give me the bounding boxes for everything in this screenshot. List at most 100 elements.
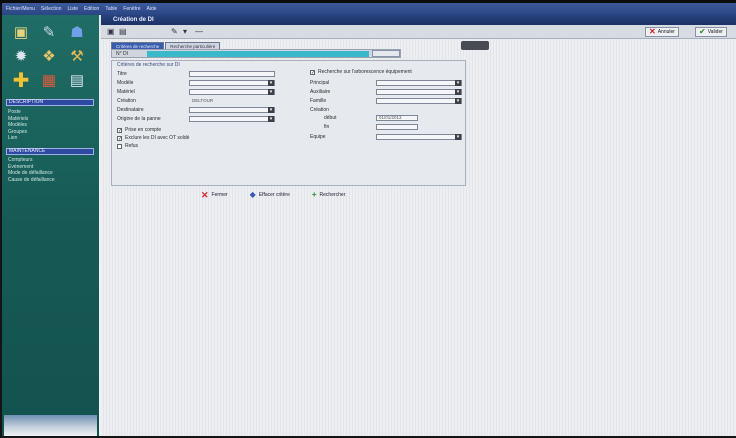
field-row-title: Titre (117, 71, 275, 77)
recipient-select[interactable] (189, 107, 275, 113)
refusal-checkbox[interactable] (117, 143, 122, 149)
screen-reflection (461, 41, 489, 50)
grid-icon[interactable]: ▣ (107, 27, 115, 37)
creation-group-label: Création (310, 107, 329, 113)
main-window: Création de DI ▣ ▤ ✎ ▾ — ✕ Annuler ✔ Val… (101, 15, 736, 436)
menu-item-help[interactable]: Aide (147, 6, 157, 12)
sidebar-item-modeles[interactable]: Modèles (8, 122, 28, 128)
menu-item-file[interactable]: Fichier/Menu (6, 6, 35, 12)
criteria-title: Critères de recherche sur DI (117, 62, 180, 68)
end-date-input[interactable] (376, 124, 418, 130)
di-number-field[interactable] (147, 51, 369, 57)
save-icon[interactable]: ▤ (119, 27, 127, 37)
sidebar-item-groupes[interactable]: Groupes (8, 129, 28, 135)
sidebar-list-maintenance: Compteurs Evènement Mode de défaillance … (8, 157, 55, 183)
sidebar-item-lien[interactable]: Lien (8, 135, 28, 141)
sidebar-section-maintenance[interactable]: MAINTENANCE (6, 148, 94, 155)
cancel-button[interactable]: ✕ Annuler (645, 27, 679, 37)
search-button[interactable]: + Rechercher (312, 191, 346, 199)
dropdown-icon[interactable]: ▾ (183, 27, 187, 37)
field-row-failure-origin: Origine de la panne (117, 116, 275, 122)
close-icon: ✕ (201, 190, 209, 200)
check-row-tree-search: ✓ Recherche sur l'arborescence équipemen… (310, 69, 412, 75)
auxiliary-label: Auxiliaire (310, 89, 331, 95)
sidebar-item-evenement[interactable]: Evènement (8, 164, 55, 170)
failure-origin-select[interactable] (189, 116, 275, 122)
dash-icon[interactable]: — (195, 27, 203, 37)
sidebar-item-cause-defaillance[interactable]: Cause de défaillance (8, 177, 55, 183)
building-icon[interactable]: ▦ (36, 69, 62, 91)
sidebar-item-mode-defaillance[interactable]: Mode de défaillance (8, 170, 55, 176)
menu-item-list[interactable]: Liste (67, 6, 78, 12)
exclude-label: Exclure les DI avec OT soldé (125, 135, 190, 141)
search-label: Rechercher (319, 192, 346, 198)
tab-bar: Critères de recherche Recherche particul… (111, 42, 221, 49)
field-row-recipient: Destinataire (117, 107, 275, 113)
menu-item-edit[interactable]: Edition (84, 6, 99, 12)
field-row-principal: Principal (310, 80, 462, 86)
wrench-icon[interactable]: ✎ (36, 21, 62, 43)
field-row-auxiliary: Auxiliaire (310, 89, 462, 95)
screen: Fichier/Menu Sélection Liste Edition Tab… (2, 3, 736, 436)
model-select[interactable] (189, 80, 275, 86)
family-label: Famille (310, 98, 327, 104)
creation-group-label-row: Création (310, 107, 376, 113)
validate-label: Valider (707, 29, 723, 35)
tab-specific-search[interactable]: Recherche particulière (165, 42, 221, 49)
hammer-icon[interactable]: ⚒ (64, 45, 90, 67)
exclude-checkbox[interactable]: ✓ (117, 135, 122, 141)
plus-icon: + (311, 190, 317, 199)
field-row-family: Famille (310, 98, 462, 104)
sidebar-item-compteurs[interactable]: Compteurs (8, 157, 55, 163)
window-title: Création de DI (101, 15, 736, 25)
sidebar-item-poste[interactable]: Poste (8, 109, 28, 115)
menu-bar: Fichier/Menu Sélection Liste Edition Tab… (2, 3, 736, 15)
menu-item-window[interactable]: Fenêtre (123, 6, 140, 12)
model-label: Modèle (117, 80, 134, 86)
di-number-label: N° DI (116, 51, 128, 57)
material-label: Matériel (117, 89, 135, 95)
principal-select[interactable] (376, 80, 462, 86)
family-select[interactable] (376, 98, 462, 104)
team-select[interactable] (376, 134, 462, 140)
eraser-icon: ◆ (249, 190, 256, 199)
creation-label: Création (117, 98, 136, 104)
taken-checkbox[interactable]: ✓ (117, 127, 122, 133)
title-label: Titre (117, 71, 127, 77)
cancel-icon: ✕ (649, 27, 656, 36)
toolbox-icon[interactable]: ▣ (8, 21, 34, 43)
calendar-icon[interactable]: ▤ (64, 69, 90, 91)
di-number-row: N° DI (111, 49, 401, 58)
box-icon[interactable]: ❖ (36, 45, 62, 67)
auxiliary-select[interactable] (376, 89, 462, 95)
tab-search-criteria[interactable]: Critères de recherche (111, 42, 165, 49)
clear-criteria-label: Effacer critère (258, 192, 290, 198)
sidebar-section-description[interactable]: DESCRIPTION (6, 99, 94, 106)
start-date-input[interactable]: 01/01/2013 (376, 115, 418, 121)
title-input[interactable] (189, 71, 275, 77)
tree-search-checkbox[interactable]: ✓ (310, 69, 315, 75)
close-button[interactable]: ✕ Fermer (201, 190, 228, 200)
sidebar-list-description: Poste Matériels Modèles Groupes Lien (8, 109, 28, 141)
field-row-model: Modèle (117, 80, 275, 86)
plus-icon[interactable]: ✚ (8, 69, 34, 92)
di-number-button[interactable] (372, 50, 400, 57)
clear-criteria-button[interactable]: ◆ Effacer critère (250, 191, 290, 199)
field-row-material: Matériel (117, 89, 275, 95)
team-label: Equipe (310, 134, 326, 140)
pin-icon[interactable]: ✎ (171, 27, 178, 37)
principal-label: Principal (310, 80, 330, 86)
validate-button[interactable]: ✔ Valider (695, 27, 727, 37)
field-row-team: Equipe (310, 134, 462, 140)
close-label: Fermer (211, 192, 228, 198)
toolbar: ▣ ▤ ✎ ▾ — ✕ Annuler ✔ Valider (101, 25, 736, 39)
gear-icon[interactable]: ✹ (8, 45, 34, 67)
tree-search-label: Recherche sur l'arborescence équipement (318, 69, 412, 75)
menu-item-selection[interactable]: Sélection (41, 6, 62, 12)
start-label: début (324, 115, 337, 121)
material-select[interactable] (189, 89, 275, 95)
sidebar-item-materiels[interactable]: Matériels (8, 116, 28, 122)
check-row-taken: ✓ Prise en compte (117, 127, 161, 133)
menu-item-table[interactable]: Table (105, 6, 117, 12)
person-icon[interactable]: ☗ (64, 21, 90, 43)
